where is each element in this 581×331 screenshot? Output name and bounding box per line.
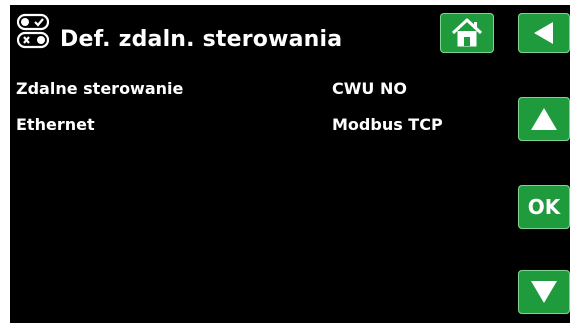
list-item[interactable]: Zdalne sterowanie CWU NO: [16, 79, 486, 101]
row-label: Ethernet: [16, 115, 95, 134]
home-icon: [451, 18, 483, 47]
back-arrow-icon: [534, 22, 553, 44]
down-button[interactable]: [518, 270, 570, 314]
remote-control-toggle-icon: [16, 13, 54, 49]
row-value: CWU NO: [332, 79, 407, 98]
home-button[interactable]: [440, 13, 494, 53]
list-item[interactable]: Ethernet Modbus TCP: [16, 115, 486, 137]
screen: Def. zdaln. sterowania Zdalne sterowanie…: [10, 5, 570, 323]
up-arrow-icon: [531, 108, 557, 130]
ok-button[interactable]: OK: [518, 185, 570, 229]
back-button[interactable]: [518, 13, 570, 53]
up-button[interactable]: [518, 97, 570, 141]
down-arrow-icon: [531, 281, 557, 303]
ok-label: OK: [527, 195, 561, 219]
row-value: Modbus TCP: [332, 115, 443, 134]
page-title: Def. zdaln. sterowania: [60, 27, 343, 52]
row-label: Zdalne sterowanie: [16, 79, 184, 98]
